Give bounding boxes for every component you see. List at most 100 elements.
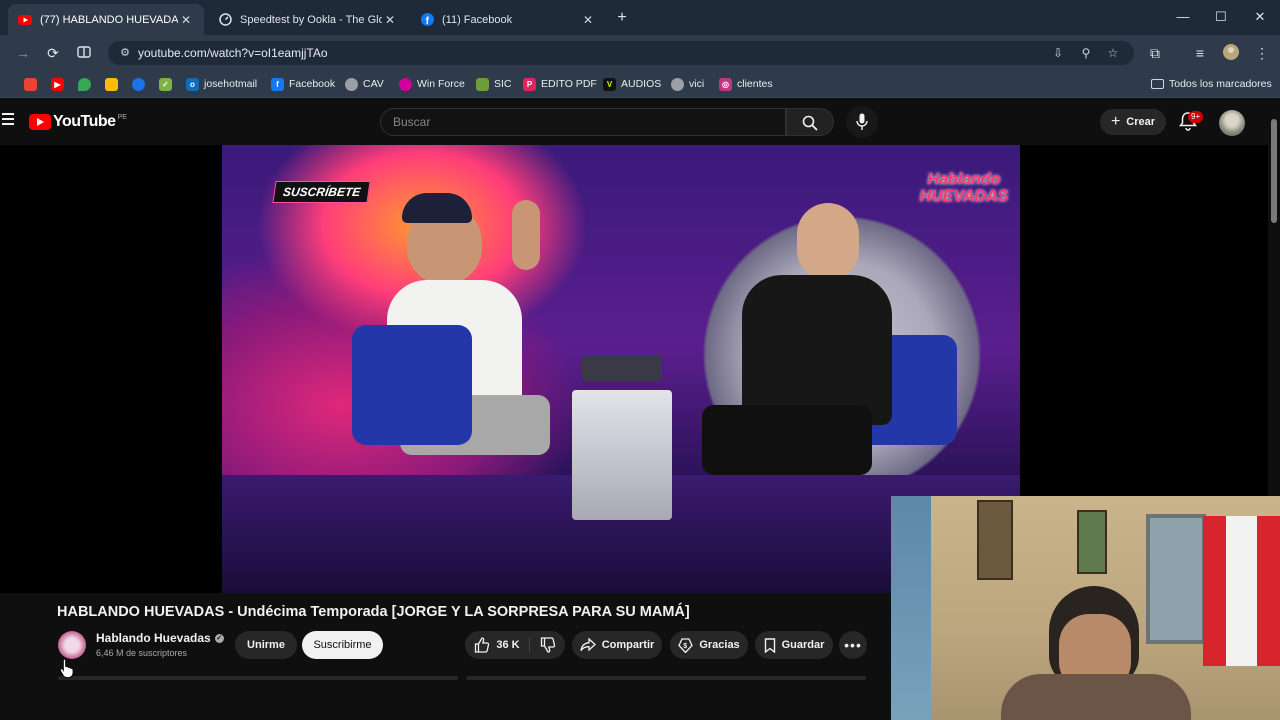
bookmark-label: Todos los marcadores — [1169, 78, 1272, 90]
bookmark-youtube[interactable]: ▶ — [51, 76, 69, 92]
hand-cursor-icon — [60, 658, 74, 678]
thanks-button[interactable]: $ Gracias — [670, 631, 748, 659]
like-button[interactable]: 36 K — [465, 631, 529, 659]
close-icon[interactable]: ✕ — [382, 13, 398, 27]
super-thanks-icon: $ — [678, 637, 694, 653]
share-button[interactable]: Compartir — [572, 631, 662, 659]
webcam-person-body — [1001, 674, 1191, 720]
bookmark-label: clientes — [737, 78, 773, 90]
webcam-door — [891, 496, 931, 720]
video-title: HABLANDO HUEVADAS - Undécima Temporada [… — [57, 604, 690, 620]
youtube-logo[interactable]: YouTube PE — [29, 113, 127, 131]
bookmark-label: EDITO PDF — [541, 78, 597, 90]
maximize-icon[interactable]: ☐ — [1208, 6, 1234, 28]
create-button[interactable]: + Crear — [1100, 109, 1166, 135]
dislike-button[interactable] — [530, 631, 565, 659]
join-button[interactable]: Unirme — [235, 631, 297, 659]
bookmark-josehotmail[interactable]: o josehotmail — [186, 76, 257, 92]
minimize-icon[interactable]: — — [1170, 6, 1196, 28]
webcam-painting — [977, 500, 1013, 580]
bookmark-cav[interactable]: CAV — [345, 76, 384, 92]
save-button[interactable]: Guardar — [755, 631, 833, 659]
bookmark-winforce[interactable]: Win Force — [399, 76, 465, 92]
tab-youtube[interactable]: (77) HABLANDO HUEVADAS - Und ✕ — [8, 4, 204, 35]
window-close-icon[interactable]: ✕ — [1247, 6, 1273, 28]
youtube-icon: ▶ — [51, 77, 64, 91]
host-left-arm — [512, 200, 540, 270]
tab-speedtest[interactable]: Speedtest by Ookla - The Global ✕ — [208, 4, 408, 35]
tab-facebook[interactable]: f (11) Facebook ✕ — [410, 4, 606, 35]
thumbs-down-icon — [540, 637, 555, 653]
show-logo-overlay: Hablando HUEVADAS — [919, 171, 1009, 205]
new-tab-button[interactable]: + — [612, 8, 632, 28]
bookmark-facebook[interactable]: f Facebook — [271, 76, 335, 92]
forward-icon[interactable]: → — [13, 43, 33, 63]
channel-name[interactable]: Hablando Huevadas ✓ — [96, 631, 224, 645]
subscribe-button[interactable]: Suscribirme — [302, 631, 383, 659]
bookmark-vici[interactable]: vici — [671, 76, 704, 92]
split-view-icon[interactable] — [74, 43, 94, 63]
chair-left — [352, 325, 472, 445]
voice-search-button[interactable] — [846, 106, 878, 138]
bookmark-globe[interactable] — [132, 76, 150, 92]
webcam-overlay — [891, 496, 1280, 720]
more-dots-icon: ••• — [844, 637, 862, 653]
media-control-icon[interactable]: ≡ — [1190, 43, 1210, 63]
close-icon[interactable]: ✕ — [580, 13, 596, 27]
bookmark-label: vici — [689, 78, 705, 90]
search-button[interactable] — [786, 108, 834, 136]
globe-icon — [132, 77, 145, 91]
menu-icon[interactable] — [2, 113, 14, 127]
close-icon[interactable]: ✕ — [178, 13, 194, 27]
tab-title: Speedtest by Ookla - The Global — [240, 13, 382, 26]
bookmark-maps[interactable] — [24, 76, 42, 92]
zoom-icon[interactable]: ⚲ — [1078, 46, 1094, 60]
instagram-icon: ◎ — [719, 77, 732, 91]
search-icon — [802, 115, 818, 131]
bookmark-pinwheel[interactable] — [105, 76, 123, 92]
search-placeholder: Buscar — [393, 115, 431, 129]
folder-icon — [1151, 79, 1164, 89]
bookmark-star-icon[interactable]: ☆ — [1105, 46, 1121, 60]
outlook-icon: o — [186, 77, 199, 91]
install-app-icon[interactable]: ⇩ — [1050, 46, 1066, 60]
more-actions-button[interactable]: ••• — [839, 631, 867, 659]
bookmark-label: Win Force — [417, 78, 465, 90]
channel-avatar[interactable] — [58, 631, 86, 659]
extensions-icon[interactable]: ⧉ — [1145, 43, 1165, 63]
account-avatar[interactable] — [1219, 110, 1245, 136]
bookmark-clientes[interactable]: ◎ clientes — [719, 76, 773, 92]
bookmark-sic[interactable]: SIC — [476, 76, 512, 92]
webcam-mirror — [1146, 514, 1206, 644]
menu-dots-icon[interactable]: ⋮ — [1252, 43, 1272, 63]
profile-avatar-icon[interactable] — [1221, 43, 1241, 63]
all-bookmarks-folder[interactable]: Todos los marcadores — [1151, 76, 1272, 92]
bookmark-audios[interactable]: V AUDIOS — [603, 76, 661, 92]
bookmark-check[interactable]: ✓ — [159, 76, 177, 92]
verified-check-icon: ✓ — [214, 633, 224, 643]
thanks-label: Gracias — [699, 639, 740, 651]
bookmark-maps-pin[interactable] — [78, 76, 96, 92]
url-text[interactable]: youtube.com/watch?v=oI1eamjjTAo — [138, 46, 328, 60]
description-box-edge — [58, 676, 458, 680]
pdf-icon: P — [523, 77, 536, 91]
bookmark-label: SIC — [494, 78, 512, 90]
address-bar[interactable]: ⚙ youtube.com/watch?v=oI1eamjjTAo ⇩ ⚲ ☆ — [108, 41, 1134, 65]
plus-icon: + — [1110, 113, 1121, 130]
tab-title: (77) HABLANDO HUEVADAS - Und — [40, 13, 178, 26]
subscribe-overlay: SUSCRÍBETE — [272, 181, 371, 203]
join-label: Unirme — [247, 639, 285, 651]
webcam-flag — [1203, 516, 1280, 666]
notification-badge: 9+ — [1188, 111, 1204, 123]
channel-name-text: Hablando Huevadas — [96, 631, 211, 645]
bookmark-editopdf[interactable]: P EDITO PDF — [523, 76, 597, 92]
country-code: PE — [117, 113, 127, 121]
site-info-icon[interactable]: ⚙ — [118, 46, 132, 60]
scrollbar-thumb[interactable] — [1271, 119, 1277, 223]
microphone-icon — [856, 113, 868, 130]
search-input[interactable]: Buscar — [380, 108, 786, 136]
bookmark-label: josehotmail — [204, 78, 258, 90]
svg-text:$: $ — [684, 643, 688, 650]
host-right-shirt — [742, 275, 892, 425]
reload-icon[interactable]: ⟳ — [43, 43, 63, 63]
